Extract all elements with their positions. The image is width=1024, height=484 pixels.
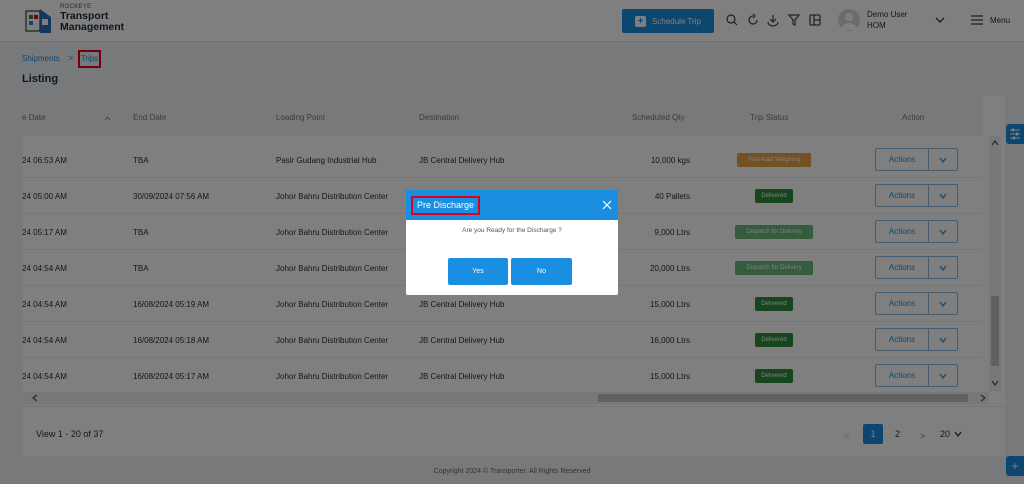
close-icon[interactable] — [602, 200, 612, 210]
dialog-title: Pre Discharge — [411, 196, 481, 215]
dialog-message: Are you Ready for the Discharge ? — [462, 227, 562, 234]
no-button[interactable]: No — [511, 258, 572, 285]
yes-button[interactable]: Yes — [448, 258, 508, 285]
pre-discharge-dialog: Pre Discharge Are you Ready for the Disc… — [406, 190, 618, 295]
dialog-header: Pre Discharge — [406, 190, 618, 220]
